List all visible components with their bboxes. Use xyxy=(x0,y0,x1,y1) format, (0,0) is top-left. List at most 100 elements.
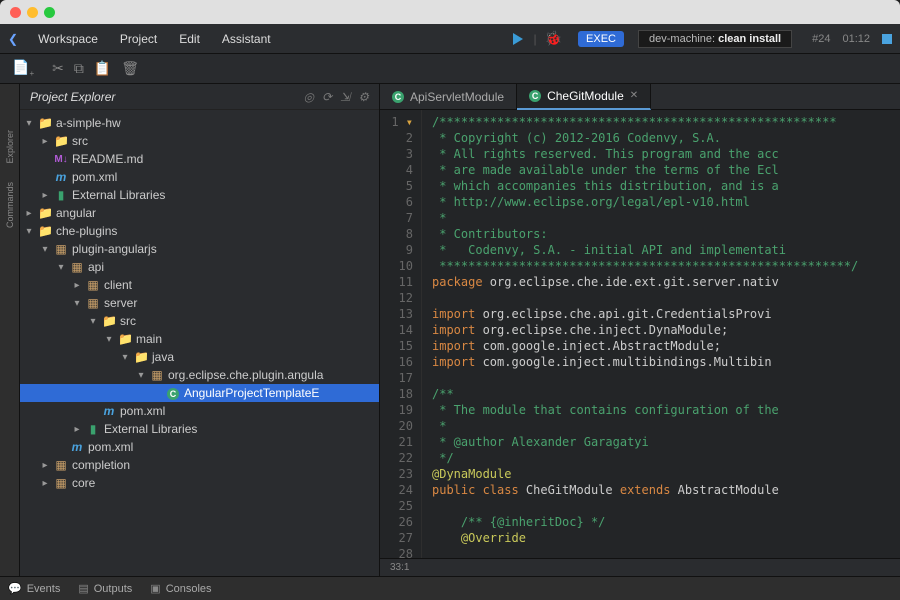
tab-commands[interactable]: Commands xyxy=(5,176,15,234)
maximize-window-icon[interactable] xyxy=(44,7,55,18)
expand-caret-icon[interactable] xyxy=(40,460,50,471)
tree-node[interactable]: ▦plugin-angularjs xyxy=(20,240,379,258)
expand-caret-icon[interactable] xyxy=(40,190,50,201)
tree-node[interactable]: mpom.xml xyxy=(20,168,379,186)
tree-node[interactable]: 📁angular xyxy=(20,204,379,222)
expand-caret-icon[interactable] xyxy=(88,316,98,327)
close-window-icon[interactable] xyxy=(10,7,21,18)
bottom-tab[interactable]: ▣Consoles xyxy=(150,582,211,595)
run-icon[interactable] xyxy=(511,32,525,46)
tree-node-label: java xyxy=(152,350,174,364)
close-tab-icon[interactable]: ✕ xyxy=(630,90,638,101)
cut-icon[interactable]: ✂ xyxy=(52,60,64,77)
tree-node-label: server xyxy=(104,296,137,310)
tree-node[interactable]: 📁src xyxy=(20,132,379,150)
tree-node[interactable]: C AngularProjectTemplateE xyxy=(20,384,379,402)
tree-node[interactable]: ▦server xyxy=(20,294,379,312)
file-lib-icon: ▮ xyxy=(86,422,100,436)
tree-node[interactable]: ▦org.eclipse.che.plugin.angula xyxy=(20,366,379,384)
tree-node-label: che-plugins xyxy=(56,224,117,238)
bottom-tab-label: Events xyxy=(27,583,61,595)
command-prefix: dev-machine: xyxy=(649,33,715,45)
left-tool-tabs: Explorer Commands xyxy=(0,84,20,576)
bottom-tab-label: Outputs xyxy=(94,583,133,595)
expand-caret-icon[interactable] xyxy=(72,298,82,309)
expand-caret-icon[interactable] xyxy=(24,226,34,237)
folder-blue-icon: 📁 xyxy=(102,314,116,328)
file-tree[interactable]: 📁a-simple-hw📁srcM↓README.mdmpom.xml▮Exte… xyxy=(20,110,379,576)
debug-icon[interactable]: 🐞 xyxy=(545,30,562,47)
expand-caret-icon[interactable] xyxy=(40,478,50,489)
expand-caret-icon[interactable] xyxy=(40,244,50,255)
expand-caret-icon[interactable] xyxy=(40,136,50,147)
expand-caret-icon[interactable] xyxy=(72,280,82,291)
expand-caret-icon[interactable] xyxy=(56,262,66,273)
delete-icon[interactable]: 🗑 xyxy=(121,60,139,77)
tree-node[interactable]: 📁a-simple-hw xyxy=(20,114,379,132)
expand-caret-icon[interactable] xyxy=(120,352,130,363)
tree-node-label: README.md xyxy=(72,152,143,166)
tree-node[interactable]: 📁che-plugins xyxy=(20,222,379,240)
tree-node[interactable]: mpom.xml xyxy=(20,402,379,420)
tree-node-label: core xyxy=(72,476,95,490)
pkg-icon: ▦ xyxy=(86,278,100,292)
tree-node[interactable]: mpom.xml xyxy=(20,438,379,456)
pkg-icon: ▦ xyxy=(54,242,68,256)
minimize-window-icon[interactable] xyxy=(27,7,38,18)
tree-node-label: angular xyxy=(56,206,96,220)
tree-node[interactable]: ▦client xyxy=(20,276,379,294)
tree-node[interactable]: ▮External Libraries xyxy=(20,186,379,204)
status-indicator-icon xyxy=(882,34,892,44)
tree-node[interactable]: ▦core xyxy=(20,474,379,492)
tab-explorer[interactable]: Explorer xyxy=(5,124,15,170)
cursor-position: 33:1 xyxy=(390,562,409,573)
tree-node[interactable]: 📁java xyxy=(20,348,379,366)
editor-tab[interactable]: CCheGitModule✕ xyxy=(517,84,651,110)
tree-node[interactable]: ▮External Libraries xyxy=(20,420,379,438)
tree-node[interactable]: M↓README.md xyxy=(20,150,379,168)
menu-project[interactable]: Project xyxy=(110,28,167,50)
exec-badge[interactable]: EXEC xyxy=(578,31,624,47)
back-icon[interactable]: ❮ xyxy=(8,32,18,46)
explorer-title: Project Explorer xyxy=(30,90,115,104)
settings-icon[interactable]: ⚙ xyxy=(358,90,369,104)
menu-edit[interactable]: Edit xyxy=(169,28,210,50)
refresh-icon[interactable]: ⟳ xyxy=(322,90,332,104)
tree-node-label: src xyxy=(120,314,136,328)
tree-node[interactable]: 📁main xyxy=(20,330,379,348)
copy-icon[interactable]: ⧉ xyxy=(74,60,84,77)
paste-icon[interactable]: 📋 xyxy=(94,60,111,77)
bottom-tab[interactable]: 💬Events xyxy=(8,582,60,595)
tree-node[interactable]: ▦api xyxy=(20,258,379,276)
expand-caret-icon[interactable] xyxy=(104,334,114,345)
tree-node-label: AngularProjectTemplateE xyxy=(184,386,319,400)
tree-node-label: completion xyxy=(72,458,130,472)
locate-icon[interactable]: ◎ xyxy=(304,90,314,104)
menu-assistant[interactable]: Assistant xyxy=(212,28,281,50)
tab-label: CheGitModule xyxy=(547,89,624,103)
editor-tab[interactable]: CApiServletModule xyxy=(380,84,517,110)
new-file-icon[interactable]: 📄+ xyxy=(12,59,34,78)
folder-blue-icon: 📁 xyxy=(118,332,132,346)
code-content[interactable]: /***************************************… xyxy=(422,110,900,558)
file-lib-icon: ▮ xyxy=(54,188,68,202)
menu-workspace[interactable]: Workspace xyxy=(28,28,108,50)
expand-caret-icon[interactable] xyxy=(136,370,146,381)
toolbar: 📄+ ✂ ⧉ 📋 🗑 xyxy=(0,54,900,84)
command-box[interactable]: dev-machine: clean install xyxy=(638,30,792,48)
file-c-icon: C xyxy=(166,386,180,400)
tab-label: ApiServletModule xyxy=(410,90,504,104)
collapse-icon[interactable]: ⇲ xyxy=(340,90,350,104)
folder-blue-icon: 📁 xyxy=(54,134,68,148)
pkg-icon: ▦ xyxy=(70,260,84,274)
command-value: clean install xyxy=(718,33,781,45)
code-editor[interactable]: 1 ▾2345678910111213141516171819202122232… xyxy=(380,110,900,558)
tree-node[interactable]: 📁 src xyxy=(20,312,379,330)
menubar: ❮ Workspace Project Edit Assistant | 🐞 E… xyxy=(0,24,900,54)
bottom-tab[interactable]: ▤Outputs xyxy=(78,582,132,595)
expand-caret-icon[interactable] xyxy=(72,424,82,435)
tree-node[interactable]: ▦completion xyxy=(20,456,379,474)
expand-caret-icon[interactable] xyxy=(24,118,34,129)
expand-caret-icon[interactable] xyxy=(24,208,34,219)
explorer-header: Project Explorer ◎ ⟳ ⇲ ⚙ xyxy=(20,84,379,110)
